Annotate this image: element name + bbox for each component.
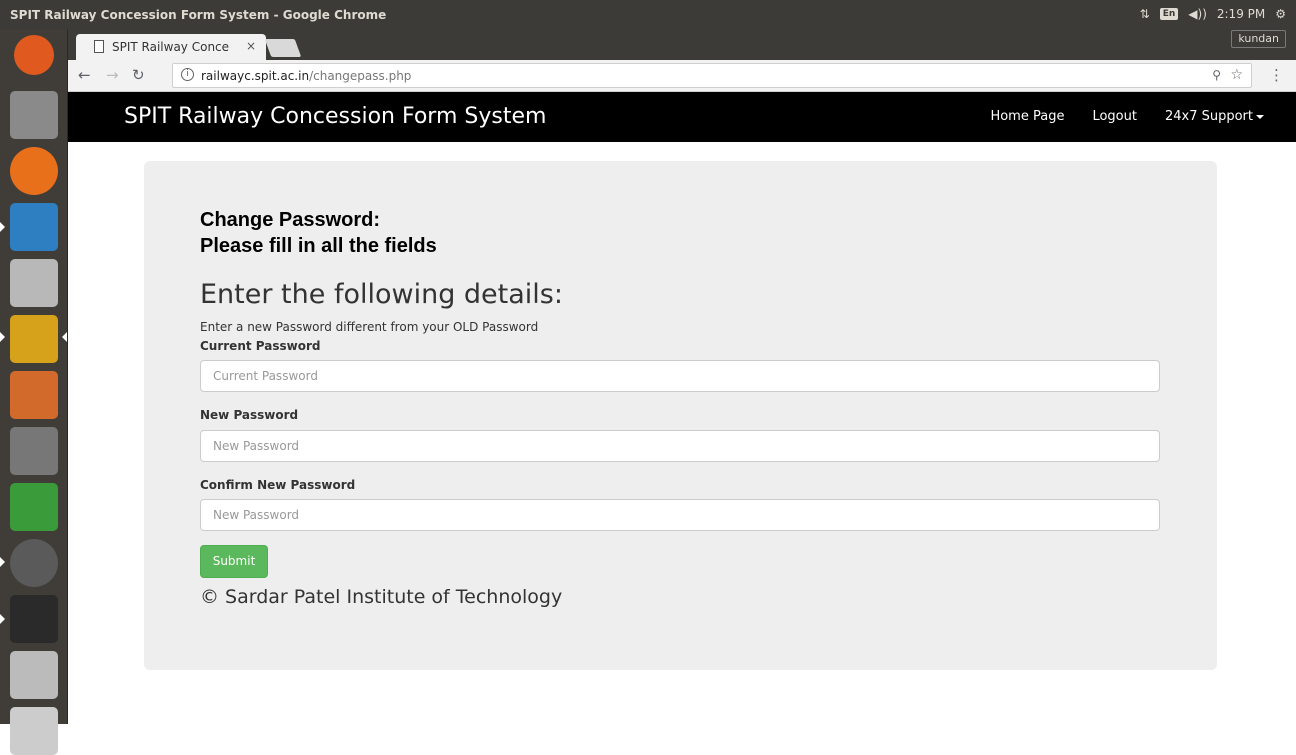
network-icon[interactable]: ⇅ (1140, 7, 1150, 21)
settings-gear-icon[interactable]: ⚙ (1275, 7, 1286, 21)
address-bar[interactable]: i railwayc.spit.ac.in/changepass.php ⚲ ☆ (172, 63, 1252, 88)
reload-icon[interactable]: ↻ (132, 66, 145, 84)
back-arrow-icon[interactable]: ← (78, 66, 91, 84)
caret-down-icon (1256, 114, 1264, 119)
running-indicator (0, 614, 5, 624)
firefox-icon[interactable] (10, 147, 58, 195)
system-tray: ⇅ En ◀)) 2:19 PM ⚙ (1140, 7, 1286, 21)
volume-icon[interactable]: ◀)) (1188, 7, 1207, 21)
chrome-menu-icon[interactable]: ⋮ (1269, 66, 1284, 84)
nav-support-dropdown[interactable]: 24x7 Support (1165, 109, 1264, 124)
drive-icon[interactable] (10, 651, 58, 699)
user-profile-chip[interactable]: kundan (1231, 30, 1286, 48)
site-navbar: SPIT Railway Concession Form System Home… (68, 92, 1296, 142)
tab-close-icon[interactable]: × (246, 39, 256, 53)
new-password-label: New Password (200, 408, 299, 422)
new-password-input[interactable]: New Password (200, 430, 1160, 462)
password-note: Enter a new Password different from your… (200, 320, 539, 334)
tab-title: SPIT Railway Conce (112, 40, 230, 54)
forward-arrow-icon[interactable]: → (106, 66, 119, 84)
ubuntu-launcher (0, 29, 68, 755)
form-panel: Change Password: Please fill in all the … (144, 161, 1217, 670)
browser-tab[interactable]: SPIT Railway Conce × (76, 34, 266, 60)
browser-tab-strip: SPIT Railway Conce × (68, 29, 1296, 60)
support-label: 24x7 Support (1164, 109, 1253, 124)
system-top-bar: SPIT Railway Concession Form System - Go… (0, 0, 1296, 29)
running-indicator (0, 557, 5, 567)
impress-icon[interactable] (10, 371, 58, 419)
heading-line-1: Change Password: (200, 209, 381, 231)
writer-icon[interactable] (10, 203, 58, 251)
calc-icon[interactable] (10, 483, 58, 531)
heading-line-2: Please fill in all the fields (200, 235, 437, 257)
terminal-icon[interactable] (10, 595, 58, 643)
chrome-icon[interactable] (10, 315, 58, 363)
confirm-password-label: Confirm New Password (200, 478, 356, 492)
clock[interactable]: 2:19 PM (1217, 7, 1265, 21)
details-subheading: Enter the following details: (200, 279, 563, 310)
extension-icon[interactable]: ⚲ (1212, 68, 1221, 82)
copyright-footer: © Sardar Patel Institute of Technology (200, 586, 563, 608)
text-editor-icon[interactable] (10, 259, 58, 307)
bookmark-star-icon[interactable]: ☆ (1230, 67, 1243, 83)
keyboard-layout-indicator[interactable]: En (1159, 8, 1179, 20)
confirm-password-input[interactable]: New Password (200, 499, 1160, 531)
system-settings-icon[interactable] (10, 427, 58, 475)
browser-toolbar: ← → ↻ i railwayc.spit.ac.in/changepass.p… (68, 60, 1296, 92)
current-password-label: Current Password (200, 339, 321, 353)
site-info-icon[interactable]: i (181, 68, 194, 81)
current-password-input[interactable]: Current Password (200, 360, 1160, 392)
nav-home-link[interactable]: Home Page (990, 109, 1064, 124)
ubuntu-dash-icon[interactable] (14, 35, 54, 75)
form-heading: Change Password: Please fill in all the … (200, 207, 437, 259)
window-title: SPIT Railway Concession Form System - Go… (10, 8, 387, 22)
file-manager-icon[interactable] (10, 91, 58, 139)
trash-icon[interactable] (10, 707, 58, 755)
site-brand[interactable]: SPIT Railway Concession Form System (124, 104, 546, 129)
url-host: railwayc.spit.ac.in (201, 69, 310, 83)
new-tab-button[interactable] (264, 39, 302, 57)
running-indicator (0, 332, 5, 342)
submit-button[interactable]: Submit (200, 545, 268, 578)
url-text[interactable]: railwayc.spit.ac.in/changepass.php (201, 69, 411, 83)
software-updater-icon[interactable] (10, 539, 58, 587)
nav-links: Home Page Logout 24x7 Support (990, 109, 1264, 124)
active-indicator (62, 332, 67, 342)
running-indicator (0, 222, 5, 232)
url-path: /changepass.php (309, 69, 412, 83)
page-icon (94, 40, 104, 53)
nav-logout-link[interactable]: Logout (1092, 109, 1137, 124)
